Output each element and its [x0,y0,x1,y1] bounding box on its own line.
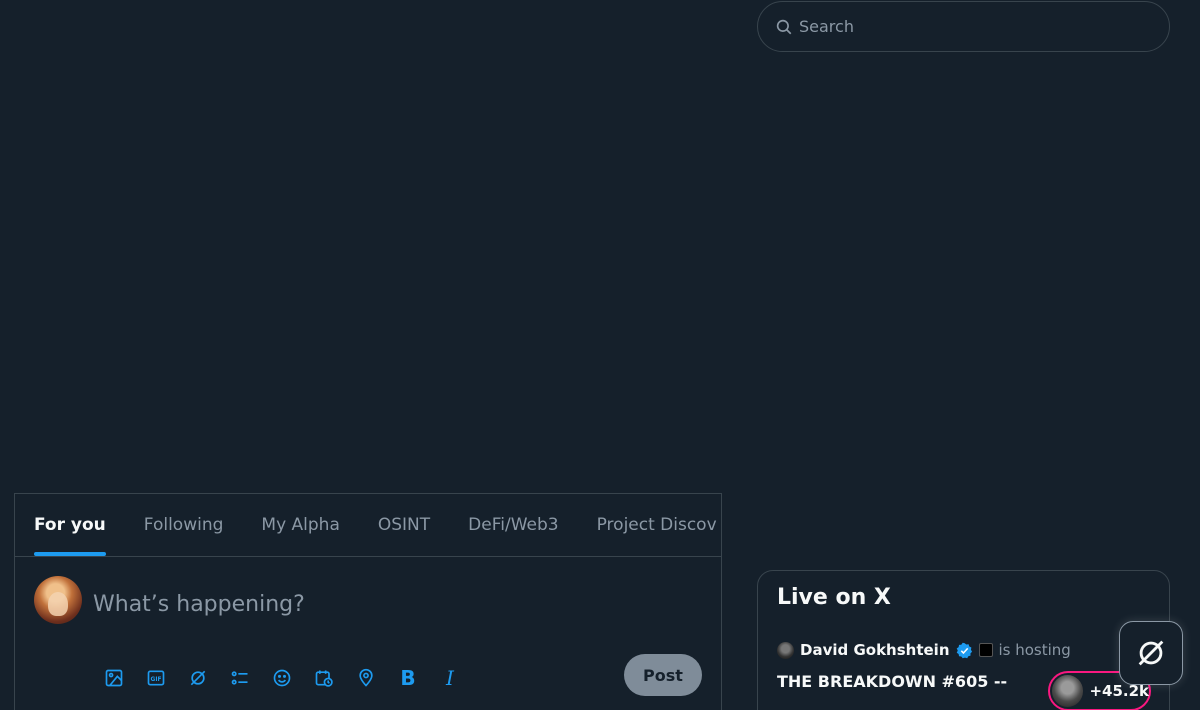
tab-following[interactable]: Following [125,494,243,556]
tab-label: OSINT [377,515,431,535]
host-row[interactable]: David Gokhshtein is hosting [777,641,1071,659]
svg-text:GIF: GIF [151,677,162,683]
tab-my-alpha[interactable]: My Alpha [242,494,358,556]
host-avatar [777,641,794,659]
timeline-tabs: For you Following My Alpha OSINT DeFi/We… [15,494,721,557]
tab-label: My Alpha [261,515,340,535]
media-icon[interactable] [93,662,135,694]
italic-icon[interactable]: I [429,662,471,694]
emoji-icon[interactable] [261,662,303,694]
composer-toolbar: GIF B I [93,662,471,694]
gif-icon[interactable]: GIF [135,662,177,694]
post-composer: GIF B I Post [15,557,721,710]
tab-for-you[interactable]: For you [15,494,125,556]
tab-label: Project Discov [596,515,717,535]
hosting-label: is hosting [998,641,1071,659]
tab-label: For you [34,515,106,535]
search-input[interactable] [799,17,1169,36]
avatar[interactable] [34,576,82,624]
active-tab-indicator [34,552,106,556]
main-timeline: For you Following My Alpha OSINT DeFi/We… [14,493,722,710]
listener-avatar [1052,675,1084,707]
affiliate-badge-icon [978,643,993,657]
italic-label: I [446,666,454,690]
grok-icon [1138,640,1164,666]
tab-osint[interactable]: OSINT [359,494,449,556]
host-name: David Gokhshtein [800,641,950,659]
bold-label: B [400,666,416,690]
schedule-icon[interactable] [303,662,345,694]
live-title: Live on X [777,585,891,610]
tab-label: DeFi/Web3 [468,515,559,535]
search-icon [775,18,793,36]
bold-icon[interactable]: B [387,662,429,694]
tab-label: Following [143,515,224,535]
compose-input[interactable] [93,587,653,621]
search-box[interactable] [757,1,1170,52]
grok-icon[interactable] [177,662,219,694]
location-icon[interactable] [345,662,387,694]
grok-floating-button[interactable] [1119,621,1183,685]
post-button[interactable]: Post [624,654,702,696]
tab-defi-web3[interactable]: DeFi/Web3 [449,494,577,556]
verified-badge-icon [956,642,973,659]
poll-icon[interactable] [219,662,261,694]
live-on-x-card: Live on X David Gokhshtein is hosting TH… [757,570,1170,710]
tab-project-discovery[interactable]: Project Discov [578,494,721,556]
space-title[interactable]: THE BREAKDOWN #605 -- [777,671,1037,692]
